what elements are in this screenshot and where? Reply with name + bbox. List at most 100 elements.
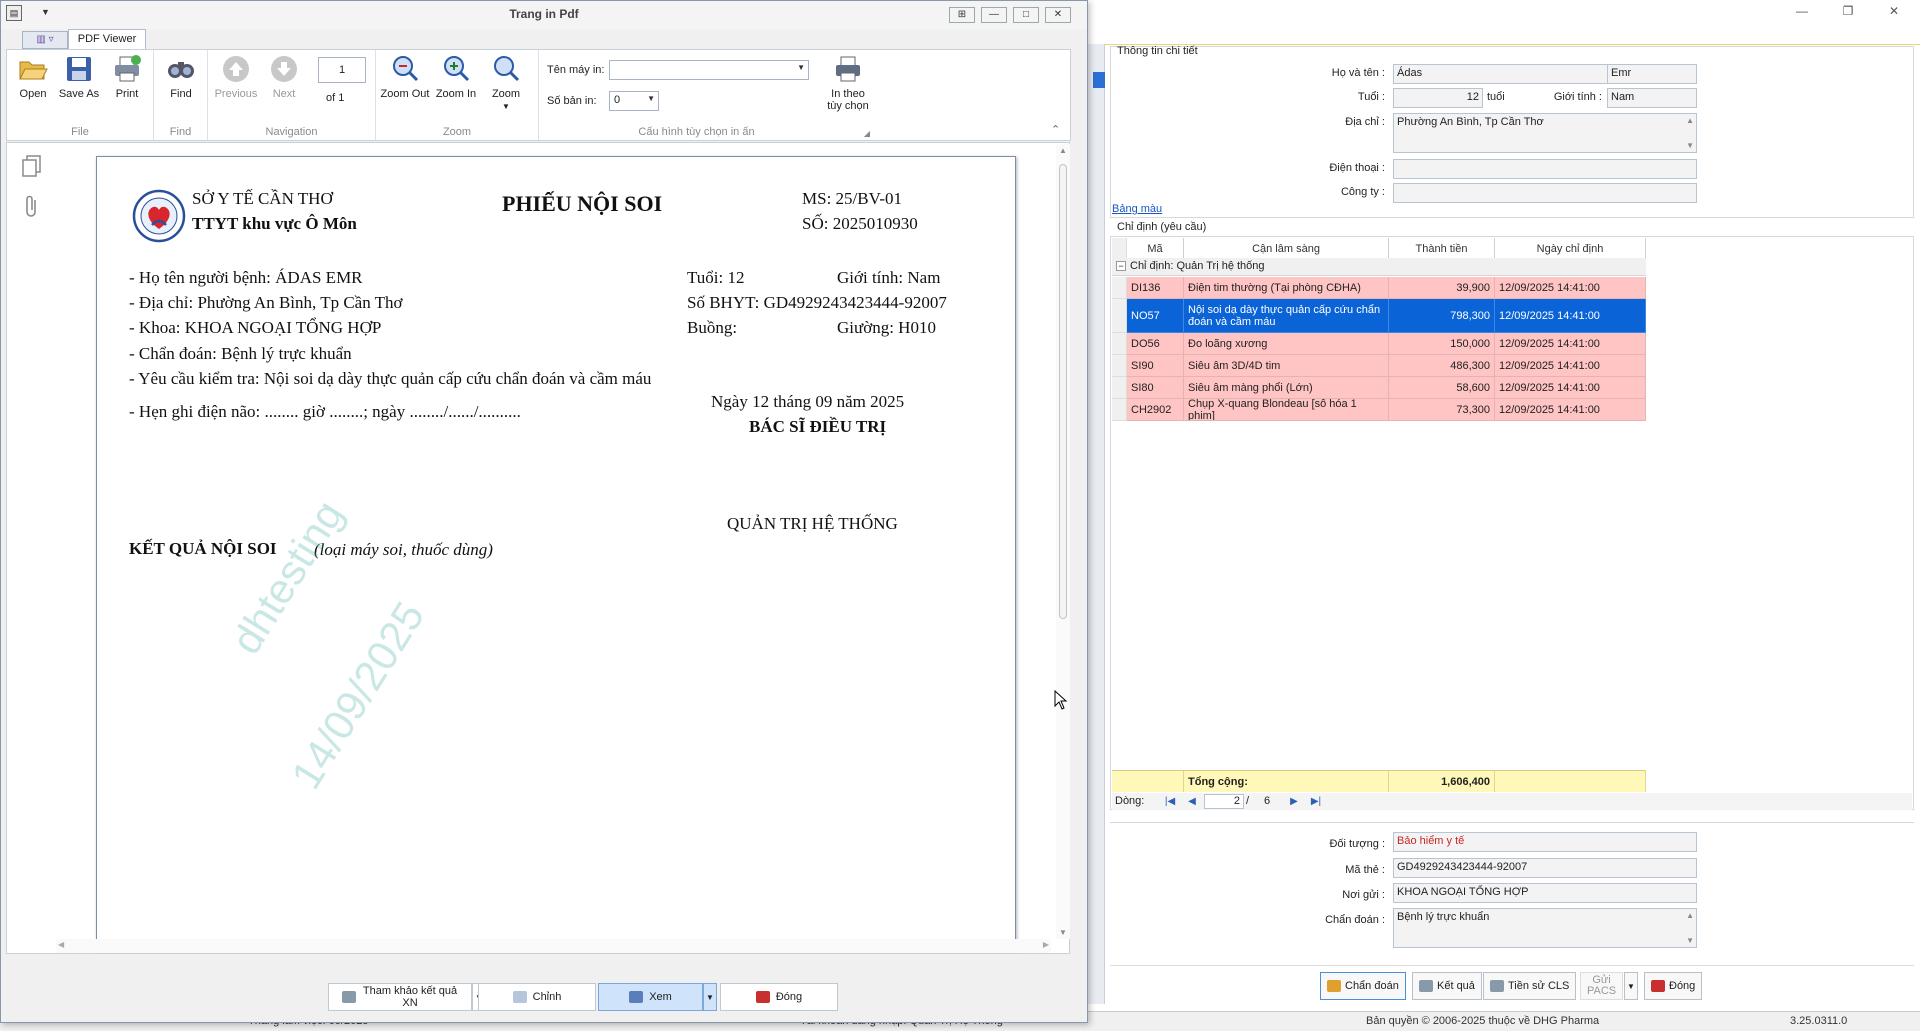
phone-field[interactable] bbox=[1393, 159, 1697, 179]
last-name-field[interactable]: Emr bbox=[1607, 64, 1697, 84]
diagnose-icon bbox=[1327, 980, 1341, 992]
close-button[interactable]: Đóng bbox=[720, 983, 838, 1011]
result-button[interactable]: Kết quả bbox=[1412, 972, 1482, 1000]
nav-current[interactable]: 2 bbox=[1204, 794, 1244, 809]
scroll-down-icon[interactable]: ▼ bbox=[1686, 936, 1694, 945]
printer-select[interactable]: ▼ bbox=[609, 60, 809, 80]
diagnose-button[interactable]: Chẩn đoán bbox=[1320, 972, 1406, 1000]
org-line1: SỞ Y TẾ CẦN THƠ bbox=[192, 189, 333, 208]
view-dropdown[interactable]: ▼ bbox=[703, 983, 717, 1011]
view-button[interactable]: Xem bbox=[598, 983, 703, 1011]
first-record-icon[interactable]: |◀ bbox=[1162, 794, 1178, 809]
collapse-icon[interactable]: − bbox=[1116, 261, 1126, 271]
edit-button[interactable]: Chỉnh bbox=[478, 983, 596, 1011]
flask-icon bbox=[342, 991, 356, 1003]
previous-button[interactable]: Previous bbox=[212, 54, 260, 100]
scroll-up-icon[interactable]: ▲ bbox=[1686, 911, 1694, 920]
color-link[interactable]: Bảng màu bbox=[1112, 203, 1162, 215]
cell-price: 58,600 bbox=[1389, 377, 1495, 399]
app-menu-tab[interactable]: ▥ ▿ bbox=[22, 31, 68, 49]
scroll-down-icon[interactable]: ▼ bbox=[1059, 928, 1067, 937]
page-number-input[interactable]: 1 bbox=[318, 57, 366, 83]
pages-icon[interactable] bbox=[21, 154, 43, 178]
group-row-label: Chỉ định: Quản Trị hệ thống bbox=[1130, 260, 1265, 272]
restore-icon[interactable]: ❐ bbox=[1828, 2, 1868, 20]
gender-label: Giới tính : bbox=[1553, 91, 1602, 103]
result-note: (loại máy soi, thuốc dùng) bbox=[314, 540, 493, 559]
attachment-icon[interactable] bbox=[23, 194, 41, 220]
scroll-thumb[interactable] bbox=[1059, 164, 1067, 619]
table-row[interactable]: SI90 Siêu âm 3D/4D tim 486,300 12/09/202… bbox=[1112, 355, 1646, 377]
zoom-in-button[interactable]: Zoom In bbox=[432, 54, 480, 100]
sender-field[interactable]: KHOA NGOẠI TỔNG HỢP bbox=[1393, 883, 1697, 903]
last-record-icon[interactable]: ▶| bbox=[1308, 794, 1324, 809]
scroll-right-icon[interactable]: ▶ bbox=[1043, 940, 1049, 949]
address-field[interactable]: Phường An Bình, Tp Cần Thơ ▲ ▼ bbox=[1393, 113, 1697, 153]
previous-label: Previous bbox=[214, 88, 258, 100]
diagnosis-field[interactable]: Bệnh lý trực khuẩn ▲ ▼ bbox=[1393, 908, 1697, 948]
age-unit: tuổi bbox=[1487, 91, 1505, 103]
diagnosis-label: Chẩn đoán : bbox=[1325, 914, 1385, 926]
col-header-price[interactable]: Thành tiền bbox=[1389, 238, 1495, 260]
status-version: 3.25.0311.0 bbox=[1790, 1015, 1848, 1027]
printer-icon bbox=[833, 54, 863, 84]
horizontal-scrollbar[interactable]: ◀ ▶ bbox=[56, 939, 1051, 953]
age-field[interactable]: 12 bbox=[1393, 88, 1483, 108]
patient-name: - Họ tên người bệnh: ÁDAS EMR bbox=[129, 268, 363, 287]
col-header-code[interactable]: Mã bbox=[1127, 238, 1184, 260]
print-button[interactable]: Print bbox=[103, 54, 151, 100]
send-pacs-button[interactable]: Gửi PACS bbox=[1580, 972, 1624, 1000]
ribbon-minimize-icon[interactable]: ⌃ bbox=[1051, 123, 1060, 136]
reference-results-button[interactable]: Tham khảo kết quả XN bbox=[328, 983, 472, 1011]
next-button[interactable]: Next bbox=[260, 54, 308, 100]
table-row[interactable]: DO56 Đo loãng xương 150,000 12/09/2025 1… bbox=[1112, 333, 1646, 355]
close-icon[interactable]: ✕ bbox=[1874, 2, 1914, 20]
copies-select[interactable]: 0 ▼ bbox=[609, 91, 659, 111]
next-record-icon[interactable]: ▶ bbox=[1286, 794, 1302, 809]
ribbon-group-print-config: Tên máy in: ▼ Số bản in: 0 ▼ In theo tùy c… bbox=[539, 50, 874, 140]
col-header-name[interactable]: Cận lâm sàng bbox=[1184, 238, 1389, 260]
close-bg-button[interactable]: Đóng bbox=[1644, 972, 1703, 1000]
zoom-out-button[interactable]: Zoom Out bbox=[380, 54, 430, 100]
hospital-logo bbox=[132, 189, 186, 243]
group-expand-icon[interactable]: ◢ bbox=[864, 129, 870, 138]
view-label: Xem bbox=[649, 991, 672, 1003]
table-row[interactable]: DI136 Điện tim thường (Tại phòng CĐHA) 3… bbox=[1112, 277, 1646, 299]
find-button[interactable]: Find bbox=[157, 54, 205, 100]
vertical-scrollbar[interactable]: ▲ ▼ bbox=[1056, 144, 1070, 939]
open-button[interactable]: Open bbox=[9, 54, 57, 100]
minimize-icon[interactable]: — bbox=[981, 7, 1007, 23]
zoom-out-label: Zoom Out bbox=[380, 88, 430, 100]
gender-field[interactable]: Nam bbox=[1607, 88, 1697, 108]
view-icon bbox=[629, 991, 644, 1003]
history-icon bbox=[1490, 980, 1504, 992]
card-field[interactable]: GD4929243423444-92007 bbox=[1393, 858, 1697, 878]
tab-pdf-viewer[interactable]: PDF Viewer bbox=[68, 29, 146, 49]
zoom-dropdown-button[interactable]: Zoom ▼ bbox=[482, 54, 530, 112]
minimize-icon[interactable]: — bbox=[1782, 2, 1822, 20]
col-header-date[interactable]: Ngày chỉ định bbox=[1495, 238, 1646, 260]
first-name-field[interactable]: Ádas bbox=[1393, 64, 1608, 84]
subject-field[interactable]: Bảo hiểm y tế bbox=[1393, 832, 1697, 852]
folder-icon bbox=[18, 54, 48, 84]
print-option-button[interactable]: In theo tùy chọn bbox=[823, 54, 873, 112]
table-row[interactable]: SI80 Siêu âm màng phổi (Lớn) 58,600 12/0… bbox=[1112, 377, 1646, 399]
group-label-zoom: Zoom bbox=[442, 126, 472, 138]
table-row[interactable]: NO57 Nội soi dạ dày thực quản cấp cứu ch… bbox=[1112, 299, 1646, 333]
scroll-down-icon[interactable]: ▼ bbox=[1686, 141, 1694, 150]
scroll-left-icon[interactable]: ◀ bbox=[58, 940, 64, 949]
ribbon-group-zoom: Zoom Out Zoom In Zoom ▼ Zoom bbox=[376, 50, 539, 140]
save-as-button[interactable]: Save As bbox=[55, 54, 103, 100]
close-icon[interactable]: ✕ bbox=[1045, 7, 1071, 23]
history-button[interactable]: Tiền sử CLS bbox=[1483, 972, 1577, 1000]
table-row[interactable]: CH2902 Chụp X-quang Blondeau [số hóa 1 p… bbox=[1112, 399, 1646, 421]
scroll-up-icon[interactable]: ▲ bbox=[1059, 146, 1067, 155]
company-field[interactable] bbox=[1393, 183, 1697, 203]
fullscreen-icon[interactable]: ⊞ bbox=[949, 7, 975, 23]
total-label: Tổng cộng: bbox=[1184, 770, 1389, 792]
maximize-icon[interactable]: □ bbox=[1013, 7, 1039, 23]
prev-record-icon[interactable]: ◀ bbox=[1184, 794, 1200, 809]
scroll-up-icon[interactable]: ▲ bbox=[1686, 116, 1694, 125]
group-row[interactable]: − Chỉ định: Quản Trị hệ thống bbox=[1112, 258, 1646, 276]
pacs-dropdown[interactable]: ▼ bbox=[1624, 972, 1638, 1000]
